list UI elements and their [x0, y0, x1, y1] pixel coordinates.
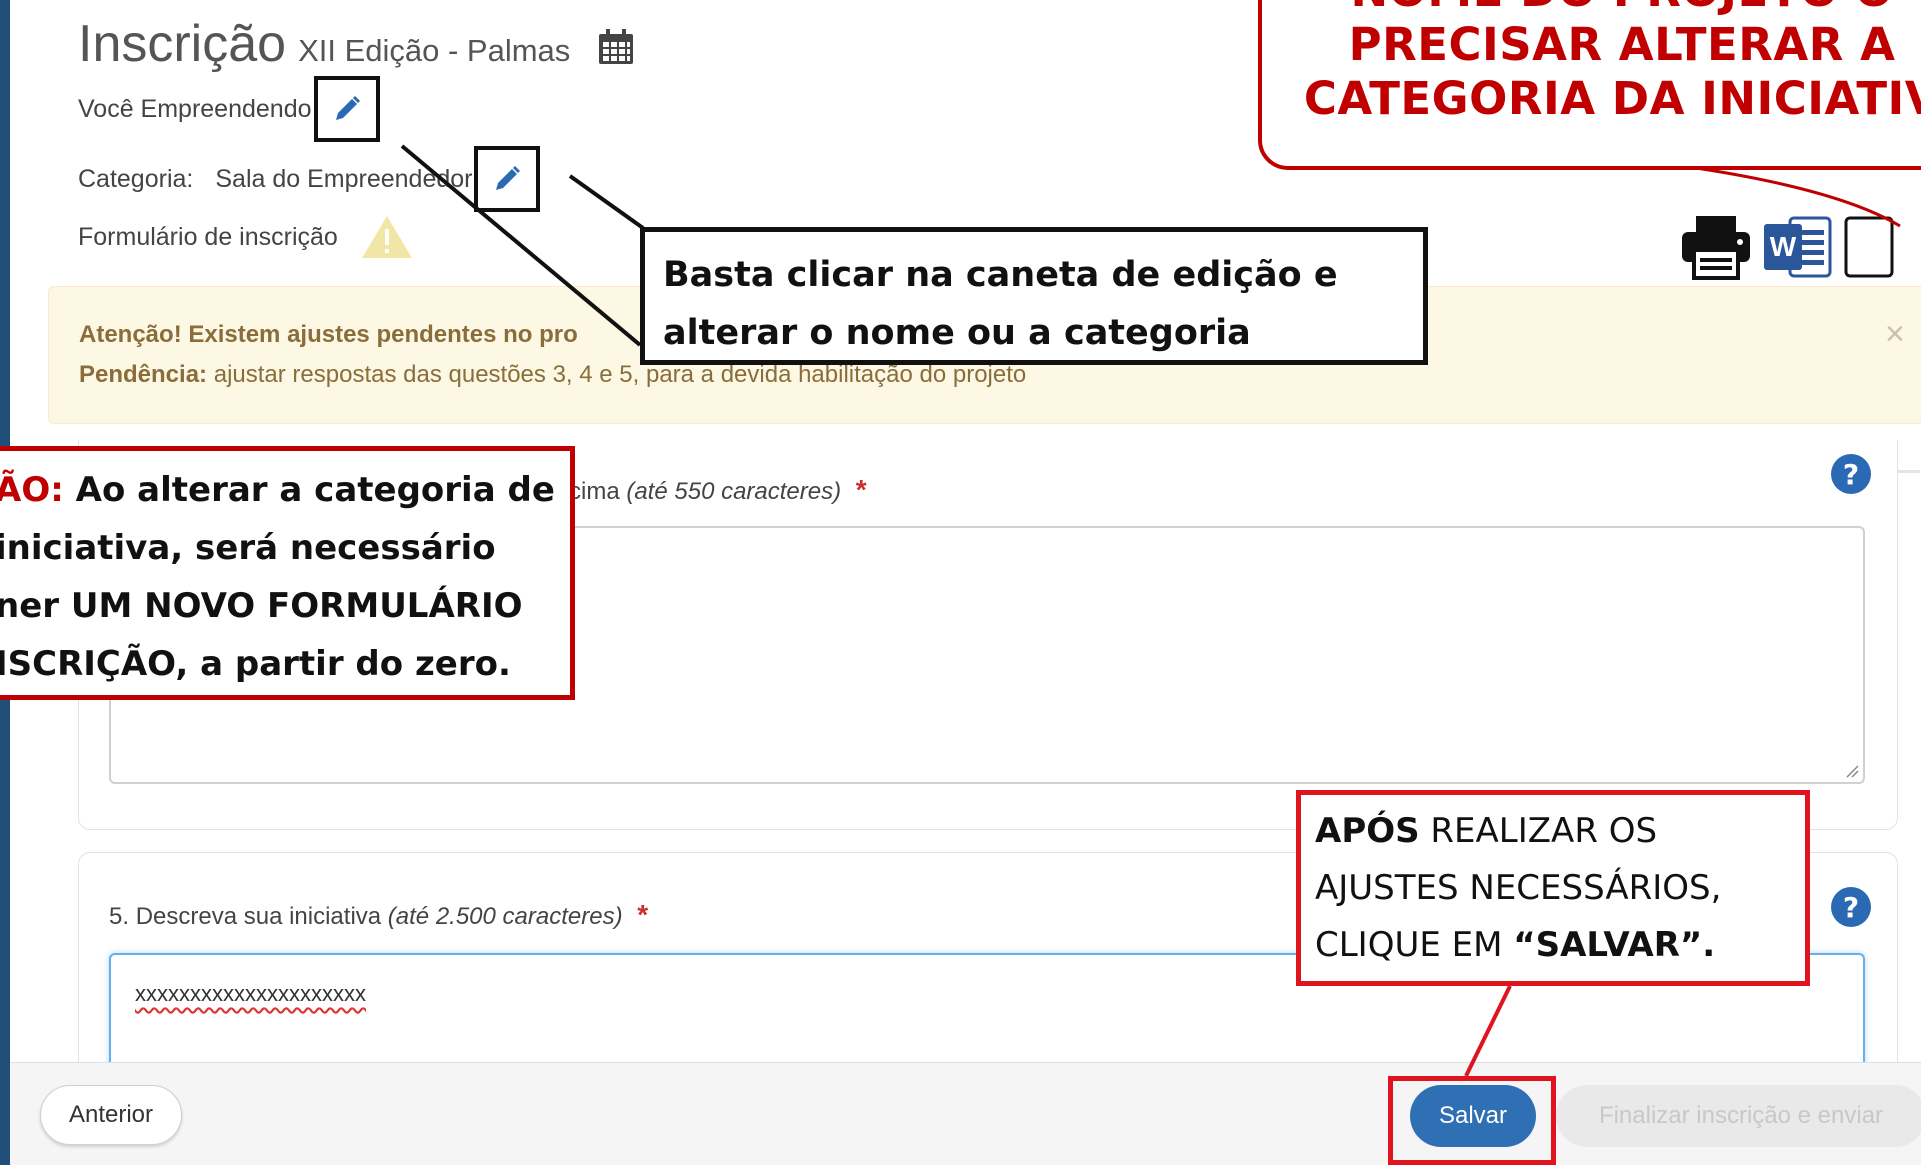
callout-line: Basta clicar na caneta de edição e [663, 255, 1338, 295]
form-label-row: Formulário de inscrição [78, 214, 414, 260]
previous-button[interactable]: Anterior [40, 1085, 182, 1145]
project-name-row: Você Empreendendo [78, 76, 380, 142]
document-icon[interactable] [1842, 214, 1898, 280]
bubble-line: CATEGORIA DA INICIATIV [1303, 72, 1921, 125]
project-name: Você Empreendendo [78, 94, 312, 123]
callout-line: ÃO: Ao alterar a categoria de [0, 461, 570, 519]
category-value: Sala do Empreendedor [215, 164, 473, 193]
svg-text:W: W [1770, 231, 1797, 262]
callout-line: APÓS REALIZAR OS [1315, 803, 1791, 860]
annotation-speech-bubble: NOME DO PROJETO O PRECISAR ALTERAR A CAT… [1258, 0, 1921, 170]
page-header: Inscrição XII Edição - Palmas [78, 14, 634, 74]
bubble-line: NOME DO PROJETO O [1262, 0, 1921, 18]
help-icon[interactable]: ? [1831, 887, 1871, 927]
finalize-submit-button[interactable]: Finalizar inscrição e enviar [1556, 1085, 1921, 1147]
question-hint: (até 2.500 caracteres) [387, 903, 623, 930]
question-label: 5. Descreva sua iniciativa (até 2.500 ca… [109, 899, 648, 931]
page-title: Inscrição [78, 15, 287, 73]
pencil-icon [496, 166, 521, 190]
callout-bold: “SALVAR”. [1513, 925, 1716, 965]
question-text: Descreva sua iniciativa [135, 903, 382, 930]
question-number: 5. [109, 903, 130, 930]
callout-bold: APÓS [1315, 811, 1420, 851]
word-icon[interactable]: W [1762, 214, 1832, 280]
callout-line: ISCRIÇÃO, a partir do zero. [0, 644, 511, 684]
printer-icon[interactable] [1680, 214, 1752, 280]
annotation-category-warning: ÃO: Ao alterar a categoria de iniciativa… [0, 446, 575, 700]
callout-line: ner UM NOVO FORMULÁRIO [0, 586, 523, 626]
category-label: Categoria: [78, 164, 194, 193]
edit-name-button[interactable] [313, 76, 380, 142]
callout-text: CLIQUE EM [1315, 925, 1514, 965]
calendar-icon[interactable] [598, 29, 634, 65]
answer-text: xxxxxxxxxxxxxxxxxxxxx [135, 981, 366, 1006]
callout-text: REALIZAR OS [1419, 811, 1658, 851]
warning-triangle-icon [361, 216, 412, 258]
callout-text: Ao alterar a categoria de [63, 470, 555, 510]
alert-pending-text: Pendência: ajustar respostas das questõe… [79, 361, 1026, 389]
callout-line: CLIQUE EM “SALVAR”. [1315, 917, 1791, 974]
alert-title: Atenção! Existem ajustes pendentes no pr… [79, 321, 578, 348]
edit-category-button[interactable] [474, 146, 541, 212]
resize-grip-icon[interactable] [1845, 764, 1859, 778]
category-row: Categoria: Sala do Empreendedor [78, 146, 541, 212]
annotation-edit-instructions: Basta clicar na caneta de edição e alter… [640, 227, 1428, 365]
callout-line: alterar o nome ou a categoria [663, 313, 1251, 353]
pencil-icon [335, 96, 360, 120]
question-label-tail: cima [569, 478, 620, 505]
edition-subtitle: XII Edição - Palmas [298, 33, 571, 68]
form-label: Formulário de inscrição [78, 222, 338, 251]
alert-pending-label: Pendência: [79, 361, 208, 388]
callout-line: AJUSTES NECESSÁRIOS, [1315, 868, 1722, 908]
form-footer: Anterior Salvar Finalizar inscrição e en… [10, 1062, 1921, 1165]
question-hint: (até 550 caracteres) [626, 478, 842, 505]
annotation-save-instructions: APÓS REALIZAR OS AJUSTES NECESSÁRIOS, CL… [1296, 790, 1810, 986]
callout-warning-prefix: ÃO: [0, 470, 64, 510]
required-marker: * [855, 474, 867, 505]
bubble-line: PRECISAR ALTERAR A [1348, 18, 1896, 71]
callout-line: iniciativa, será necessário [0, 528, 496, 568]
help-icon[interactable]: ? [1831, 454, 1871, 494]
save-button-highlight [1388, 1076, 1556, 1165]
question-label: cima (até 550 caracteres) * [569, 474, 867, 506]
document-actions: W [1680, 214, 1898, 280]
alert-close-button[interactable]: × [1885, 315, 1905, 354]
alert-pending-detail: ajustar respostas das questões 3, 4 e 5,… [207, 361, 1027, 388]
required-marker: * [637, 899, 649, 930]
